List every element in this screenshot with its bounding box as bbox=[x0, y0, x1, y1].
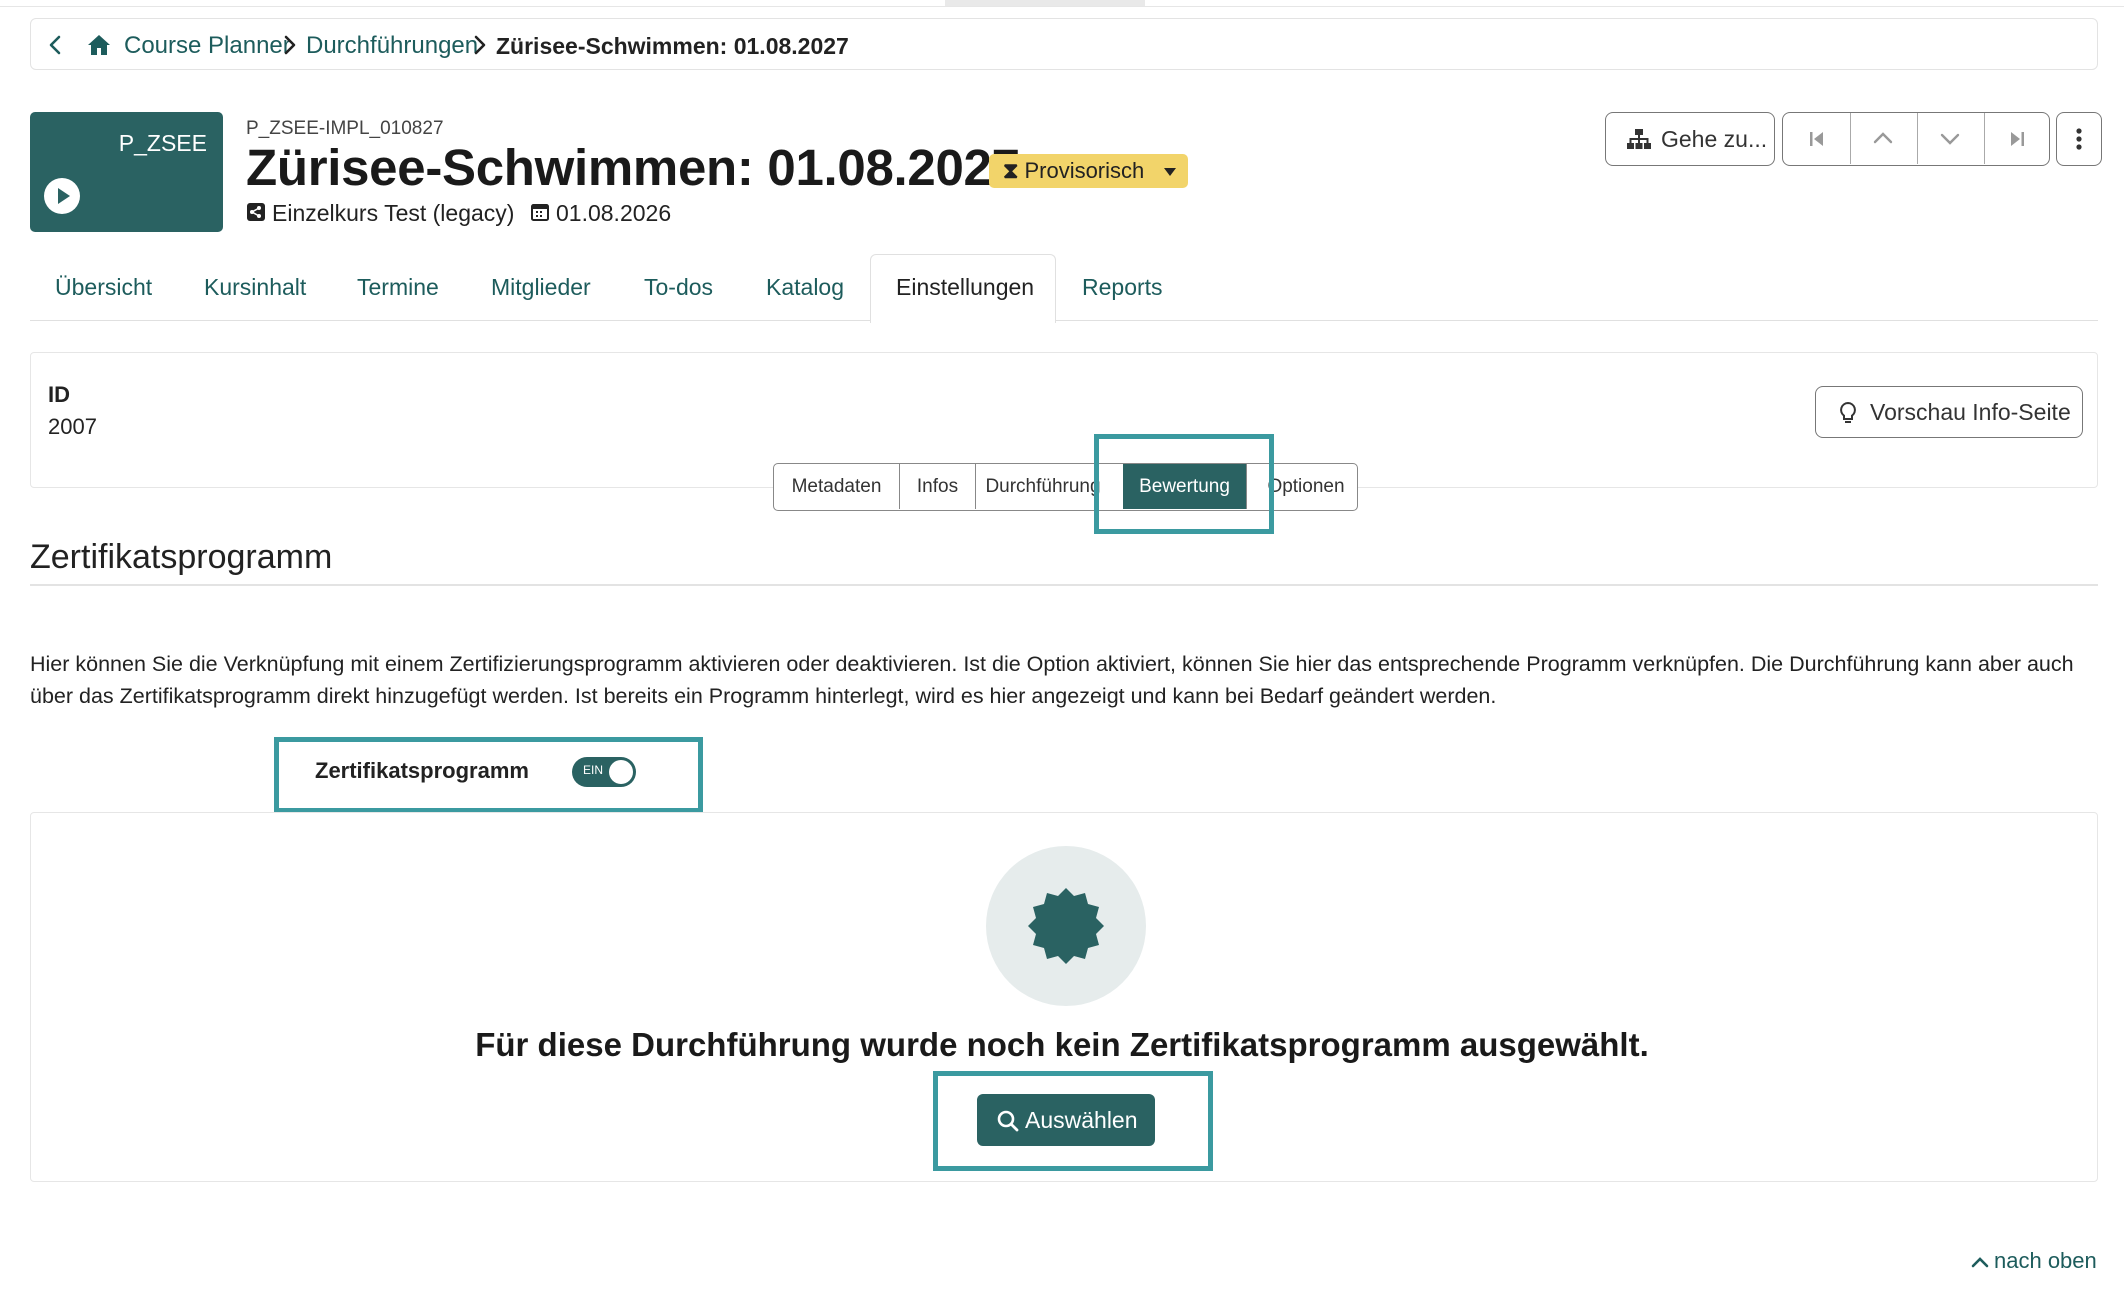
status-label: Provisorisch bbox=[1024, 158, 1145, 183]
kebab-menu-icon bbox=[2076, 128, 2082, 150]
course-reference[interactable]: Einzelkurs Test (legacy) bbox=[246, 200, 514, 228]
tab-einstellungen[interactable]: Einstellungen bbox=[896, 274, 1034, 301]
breadcrumb-separator-icon bbox=[281, 32, 299, 58]
course-reference-label: Einzelkurs Test (legacy) bbox=[272, 200, 515, 226]
certificate-badge-icon bbox=[986, 846, 1146, 1006]
execution-date: 01.08.2026 bbox=[530, 200, 671, 228]
breadcrumb-durchfuehrungen[interactable]: Durchführungen bbox=[306, 32, 478, 60]
page-title: Zürisee-Schwimmen: 01.08.2027 bbox=[246, 139, 1020, 196]
tab-termine[interactable]: Termine bbox=[357, 274, 439, 301]
back-to-top-link[interactable]: nach oben bbox=[1970, 1248, 2097, 1274]
id-value: 2007 bbox=[48, 414, 97, 439]
id-label: ID bbox=[48, 382, 70, 407]
previous-button[interactable] bbox=[1850, 113, 1918, 164]
top-progress-line bbox=[0, 0, 2124, 7]
home-icon[interactable] bbox=[86, 32, 112, 58]
subtab-durchfuehrung[interactable]: Durchführung bbox=[976, 464, 1110, 509]
preview-info-page-button[interactable]: Vorschau Info-Seite bbox=[1815, 386, 2083, 438]
navigation-button-group bbox=[1782, 112, 2050, 166]
subtab-infos[interactable]: Infos bbox=[900, 464, 976, 509]
subtab-metadaten[interactable]: Metadaten bbox=[774, 464, 900, 509]
implementation-id: P_ZSEE-IMPL_010827 bbox=[246, 118, 444, 139]
chevron-up-icon bbox=[1873, 132, 1893, 144]
tab-todos[interactable]: To-dos bbox=[644, 274, 713, 301]
first-icon bbox=[1810, 132, 1823, 146]
share-icon bbox=[246, 201, 266, 228]
toggle-knob bbox=[609, 760, 633, 784]
more-options-button[interactable] bbox=[2056, 112, 2102, 166]
breadcrumb-separator-icon bbox=[471, 32, 489, 58]
breadcrumb-course-planner[interactable]: Course Planner bbox=[124, 32, 291, 60]
status-dropdown[interactable]: ⧗ Provisorisch bbox=[989, 154, 1189, 188]
first-button[interactable] bbox=[1783, 113, 1851, 164]
certificate-program-toggle[interactable]: EIN bbox=[572, 757, 636, 787]
goto-button[interactable]: Gehe zu... bbox=[1605, 112, 1775, 166]
back-to-top-label: nach oben bbox=[1994, 1248, 2097, 1273]
play-icon[interactable] bbox=[44, 178, 80, 214]
select-program-button[interactable]: Auswählen bbox=[977, 1094, 1155, 1146]
breadcrumb-current: Zürisee-Schwimmen: 01.08.2027 bbox=[496, 33, 849, 59]
hourglass-icon: ⧗ bbox=[1003, 158, 1019, 183]
highlight-bewertung bbox=[1094, 434, 1274, 534]
calendar-icon bbox=[530, 201, 550, 228]
toggle-state: EIN bbox=[583, 763, 604, 777]
last-button[interactable] bbox=[1984, 113, 2051, 164]
course-tile[interactable]: P_ZSEE bbox=[30, 112, 223, 232]
goto-label: Gehe zu... bbox=[1661, 126, 1768, 152]
tab-mitglieder[interactable]: Mitglieder bbox=[491, 274, 591, 301]
execution-date-label: 01.08.2026 bbox=[556, 200, 672, 226]
tab-uebersicht[interactable]: Übersicht bbox=[55, 274, 152, 301]
empty-state-message: Für diese Durchführung wurde noch kein Z… bbox=[475, 1026, 1649, 1063]
preview-info-page-label: Vorschau Info-Seite bbox=[1870, 399, 2071, 425]
back-chevron-icon[interactable] bbox=[44, 32, 68, 58]
tab-kursinhalt[interactable]: Kursinhalt bbox=[204, 274, 306, 301]
last-icon bbox=[2011, 132, 2024, 146]
sitemap-icon bbox=[1626, 128, 1652, 156]
caret-down-icon bbox=[1164, 168, 1177, 176]
chevron-up-icon bbox=[1971, 1257, 1989, 1268]
tab-reports[interactable]: Reports bbox=[1082, 274, 1163, 301]
next-button[interactable] bbox=[1917, 113, 1985, 164]
lightbulb-icon bbox=[1840, 401, 1856, 423]
section-description: Hier können Sie die Verknüpfung mit eine… bbox=[30, 652, 2074, 708]
section-divider bbox=[30, 584, 2098, 586]
select-program-label: Auswählen bbox=[1025, 1107, 1138, 1133]
tab-katalog[interactable]: Katalog bbox=[766, 274, 844, 301]
certificate-program-label: Zertifikatsprogramm bbox=[315, 758, 529, 783]
section-title: Zertifikatsprogramm bbox=[30, 538, 333, 576]
search-icon bbox=[997, 1110, 1019, 1132]
chevron-down-icon bbox=[1940, 133, 1960, 145]
tile-code: P_ZSEE bbox=[118, 130, 207, 156]
